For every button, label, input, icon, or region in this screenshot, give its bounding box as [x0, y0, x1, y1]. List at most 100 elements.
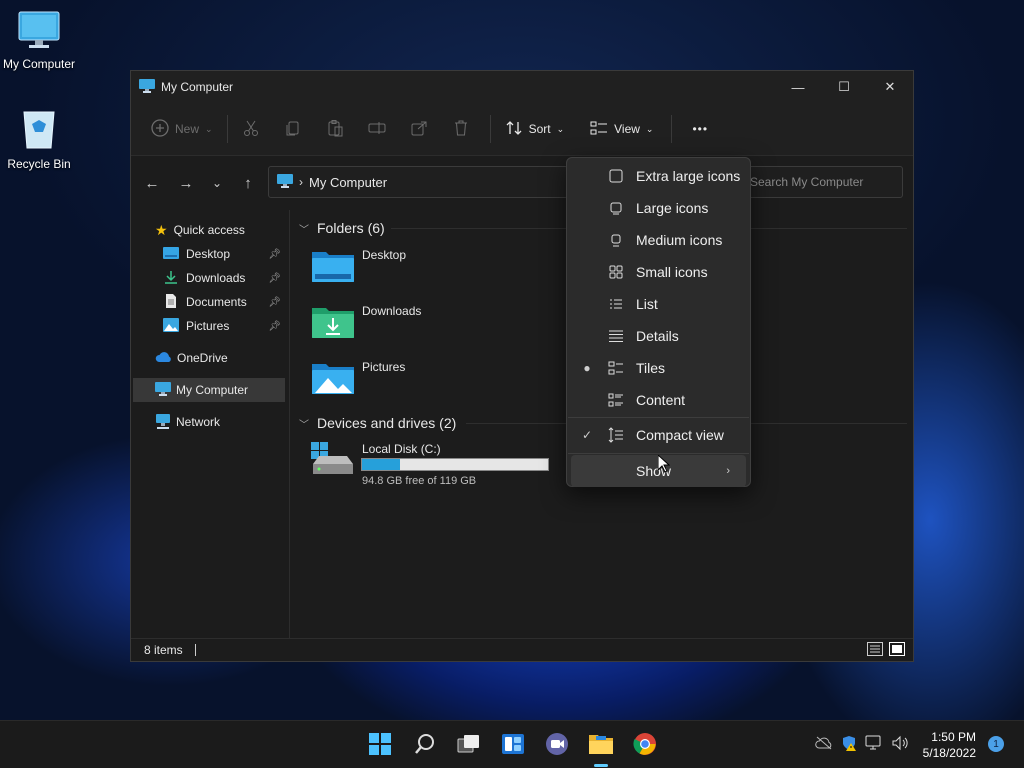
task-view-button[interactable]	[455, 731, 483, 759]
folder-tile-desktop[interactable]: Desktop	[311, 242, 571, 292]
arrow-left-icon: ←	[144, 174, 160, 192]
sidebar-item-downloads[interactable]: Downloads 📌︎	[163, 266, 285, 290]
toolbar-separator	[489, 115, 491, 143]
search-input[interactable]: Search My Computer	[731, 166, 903, 198]
desktop-icon-recycle-bin[interactable]: Recycle Bin	[0, 106, 79, 171]
new-button[interactable]: New ⌄	[145, 113, 219, 145]
group-header-drives[interactable]: ﹀ Devices and drives (2)	[299, 411, 456, 435]
pin-icon: 📌︎	[268, 296, 281, 308]
pin-icon: 📌︎	[268, 272, 281, 284]
address-bar[interactable]: › My Computer	[268, 166, 568, 198]
desktop-folder-icon	[311, 248, 355, 287]
chat-icon	[545, 732, 569, 759]
close-button[interactable]: ✕	[867, 71, 913, 103]
list-icon	[607, 295, 625, 313]
forward-button[interactable]: →	[169, 175, 203, 192]
menu-item-label: Small icons	[636, 264, 708, 280]
menu-item-compact-view[interactable]: ✓ Compact view	[567, 419, 750, 451]
chevron-down-icon: ﹀	[299, 419, 309, 431]
teams-chat-button[interactable]	[543, 731, 571, 759]
menu-item-label: Extra large icons	[636, 168, 741, 184]
sidebar-item-my-computer[interactable]: My Computer	[133, 378, 285, 402]
sidebar-item-desktop[interactable]: Desktop 📌︎	[163, 242, 285, 266]
mouse-cursor	[657, 453, 671, 476]
delete-button[interactable]	[446, 113, 476, 145]
sidebar-item-pictures[interactable]: Pictures 📌︎	[163, 314, 285, 338]
sidebar-item-documents[interactable]: Documents 📌︎	[163, 290, 285, 314]
system-tray	[815, 735, 909, 754]
pin-icon: 📌︎	[268, 248, 281, 260]
drive-tile-local-disk[interactable]: Local Disk (C:) 94.8 GB free of 119 GB	[311, 442, 571, 492]
sidebar-item-onedrive[interactable]: OneDrive	[155, 346, 285, 370]
menu-item-tiles[interactable]: ● Tiles	[567, 352, 750, 384]
search-icon	[414, 733, 436, 758]
pictures-icon	[163, 317, 179, 335]
recycle-bin-icon	[0, 106, 79, 153]
cut-button[interactable]	[236, 113, 266, 145]
group-header-folders[interactable]: ﹀ Folders (6)	[299, 216, 385, 240]
arrow-up-icon: ↑	[244, 174, 252, 192]
rename-button[interactable]	[362, 113, 392, 145]
sidebar-item-label: Desktop	[186, 247, 231, 261]
menu-item-medium-icons[interactable]: Medium icons	[567, 224, 750, 256]
windows-logo-icon	[368, 732, 392, 759]
chevron-down-icon: ⌄	[211, 176, 223, 190]
title-bar[interactable]: My Computer — ☐ ✕	[131, 71, 913, 103]
onedrive-offline-icon[interactable]	[815, 736, 833, 753]
start-button[interactable]	[366, 731, 394, 759]
menu-item-label: Details	[636, 328, 679, 344]
folder-tile-pictures[interactable]: Pictures	[311, 354, 571, 404]
downloads-folder-icon	[311, 304, 355, 343]
menu-item-label: Tiles	[636, 360, 666, 376]
chevron-down-icon: ⌄	[556, 123, 565, 134]
large-icons-view-button[interactable]	[889, 641, 905, 659]
minimize-button[interactable]: —	[775, 71, 821, 103]
folder-name: Downloads	[362, 304, 422, 318]
view-label: View	[614, 122, 640, 136]
sort-button[interactable]: Sort ⌄	[499, 113, 571, 145]
search-button[interactable]	[411, 731, 439, 759]
widgets-icon	[501, 732, 525, 759]
menu-item-details[interactable]: Details	[567, 320, 750, 352]
sidebar-item-quick-access[interactable]: ★ Quick access	[155, 218, 285, 242]
copy-button[interactable]	[278, 113, 308, 145]
security-warning-icon[interactable]	[841, 735, 857, 754]
drive-usage-fill	[362, 459, 400, 470]
clock-date: 5/18/2022	[922, 746, 976, 760]
menu-item-label: List	[636, 296, 658, 312]
chevron-right-icon: ›	[726, 465, 730, 477]
share-button[interactable]	[404, 113, 434, 145]
desktop-icon-my-computer[interactable]: My Computer	[0, 10, 79, 71]
widgets-button[interactable]	[499, 731, 527, 759]
chevron-down-icon: ⌄	[645, 123, 654, 134]
sidebar-item-network[interactable]: Network	[155, 410, 285, 434]
desktop-icon-label: Recycle Bin	[7, 157, 71, 171]
maximize-button[interactable]: ☐	[821, 71, 867, 103]
group-header-label: Devices and drives (2)	[317, 415, 457, 431]
back-button[interactable]: ←	[135, 175, 169, 192]
file-explorer-button[interactable]	[587, 731, 615, 767]
network-status-icon[interactable]	[865, 735, 883, 754]
recent-locations-button[interactable]: ⌄	[203, 176, 231, 190]
folder-tile-downloads[interactable]: Downloads	[311, 298, 571, 348]
document-icon	[163, 293, 179, 312]
breadcrumb[interactable]: My Computer	[309, 175, 387, 190]
menu-item-content[interactable]: Content	[567, 384, 750, 416]
sidebar-item-label: Pictures	[186, 319, 230, 333]
up-button[interactable]: ↑	[231, 175, 265, 192]
menu-item-large-icons[interactable]: Large icons	[567, 192, 750, 224]
clock[interactable]: 1:50 PM 5/18/2022	[923, 729, 976, 761]
menu-item-extra-large-icons[interactable]: Extra large icons	[567, 160, 750, 192]
menu-item-small-icons[interactable]: Small icons	[567, 256, 750, 288]
notification-badge[interactable]: 1	[988, 736, 1004, 752]
more-options-button[interactable]: •••	[686, 113, 714, 145]
menu-item-list[interactable]: List	[567, 288, 750, 320]
view-button[interactable]: View ⌄	[584, 113, 659, 145]
chrome-button[interactable]	[631, 731, 659, 759]
volume-icon[interactable]	[891, 735, 909, 754]
details-view-button[interactable]	[867, 641, 883, 659]
tiles-icon	[607, 359, 625, 377]
task-view-icon	[457, 733, 481, 758]
new-label: New	[175, 122, 200, 136]
paste-button[interactable]	[320, 113, 350, 145]
